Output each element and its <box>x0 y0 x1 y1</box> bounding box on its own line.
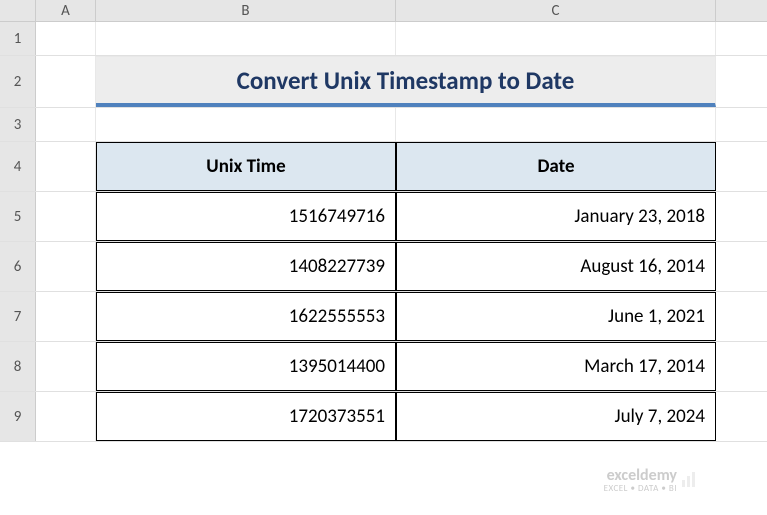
cell-A2[interactable] <box>36 56 96 107</box>
date-cell[interactable]: June 1, 2021 <box>396 292 716 341</box>
cell-C1[interactable] <box>396 22 716 55</box>
table-row: 5 1516749716 January 23, 2018 <box>0 192 767 242</box>
cell-B1[interactable] <box>96 22 396 55</box>
cell-A1[interactable] <box>36 22 96 55</box>
row-header-1[interactable]: 1 <box>0 22 36 55</box>
row-header-2[interactable]: 2 <box>0 56 36 107</box>
row-header-8[interactable]: 8 <box>0 342 36 391</box>
unix-cell[interactable]: 1395014400 <box>96 342 396 391</box>
table-row: 6 1408227739 August 16, 2014 <box>0 242 767 292</box>
table-row: 8 1395014400 March 17, 2014 <box>0 342 767 392</box>
watermark-tagline: EXCEL • DATA • BI <box>604 484 677 493</box>
unix-cell[interactable]: 1408227739 <box>96 242 396 291</box>
row-header-4[interactable]: 4 <box>0 142 36 191</box>
col-header-B[interactable]: B <box>96 0 396 21</box>
row-header-3[interactable]: 3 <box>0 108 36 141</box>
row-header-5[interactable]: 5 <box>0 192 36 241</box>
unix-cell[interactable]: 1516749716 <box>96 192 396 241</box>
cell-A3[interactable] <box>36 108 96 141</box>
table-header-date[interactable]: Date <box>396 142 716 191</box>
watermark: exceldemy EXCEL • DATA • BI <box>604 468 677 493</box>
column-headers: A B C <box>0 0 767 22</box>
col-header-C[interactable]: C <box>396 0 716 21</box>
row-header-9[interactable]: 9 <box>0 392 36 441</box>
date-cell[interactable]: July 7, 2024 <box>396 392 716 441</box>
cell-C3[interactable] <box>396 108 716 141</box>
cell-A6[interactable] <box>36 242 96 291</box>
row-header-6[interactable]: 6 <box>0 242 36 291</box>
date-cell[interactable]: March 17, 2014 <box>396 342 716 391</box>
row-4: 4 Unix Time Date <box>0 142 767 192</box>
cell-A9[interactable] <box>36 392 96 441</box>
cell-A8[interactable] <box>36 342 96 391</box>
cell-A7[interactable] <box>36 292 96 341</box>
row-header-7[interactable]: 7 <box>0 292 36 341</box>
row-3: 3 <box>0 108 767 142</box>
table-header-unix[interactable]: Unix Time <box>96 142 396 191</box>
cell-A4[interactable] <box>36 142 96 191</box>
table-row: 7 1622555553 June 1, 2021 <box>0 292 767 342</box>
unix-cell[interactable]: 1720373551 <box>96 392 396 441</box>
date-cell[interactable]: August 16, 2014 <box>396 242 716 291</box>
cell-B3[interactable] <box>96 108 396 141</box>
page-title[interactable]: Convert Unix Timestamp to Date <box>96 56 716 107</box>
row-1: 1 <box>0 22 767 56</box>
spreadsheet-grid: A B C 1 2 Convert Unix Timestamp to Date… <box>0 0 767 442</box>
select-all-corner[interactable] <box>0 0 36 21</box>
unix-cell[interactable]: 1622555553 <box>96 292 396 341</box>
col-header-A[interactable]: A <box>36 0 96 21</box>
table-row: 9 1720373551 July 7, 2024 <box>0 392 767 442</box>
watermark-name: exceldemy <box>604 468 677 484</box>
cell-A5[interactable] <box>36 192 96 241</box>
row-2: 2 Convert Unix Timestamp to Date <box>0 56 767 108</box>
date-cell[interactable]: January 23, 2018 <box>396 192 716 241</box>
chart-icon <box>681 470 699 488</box>
